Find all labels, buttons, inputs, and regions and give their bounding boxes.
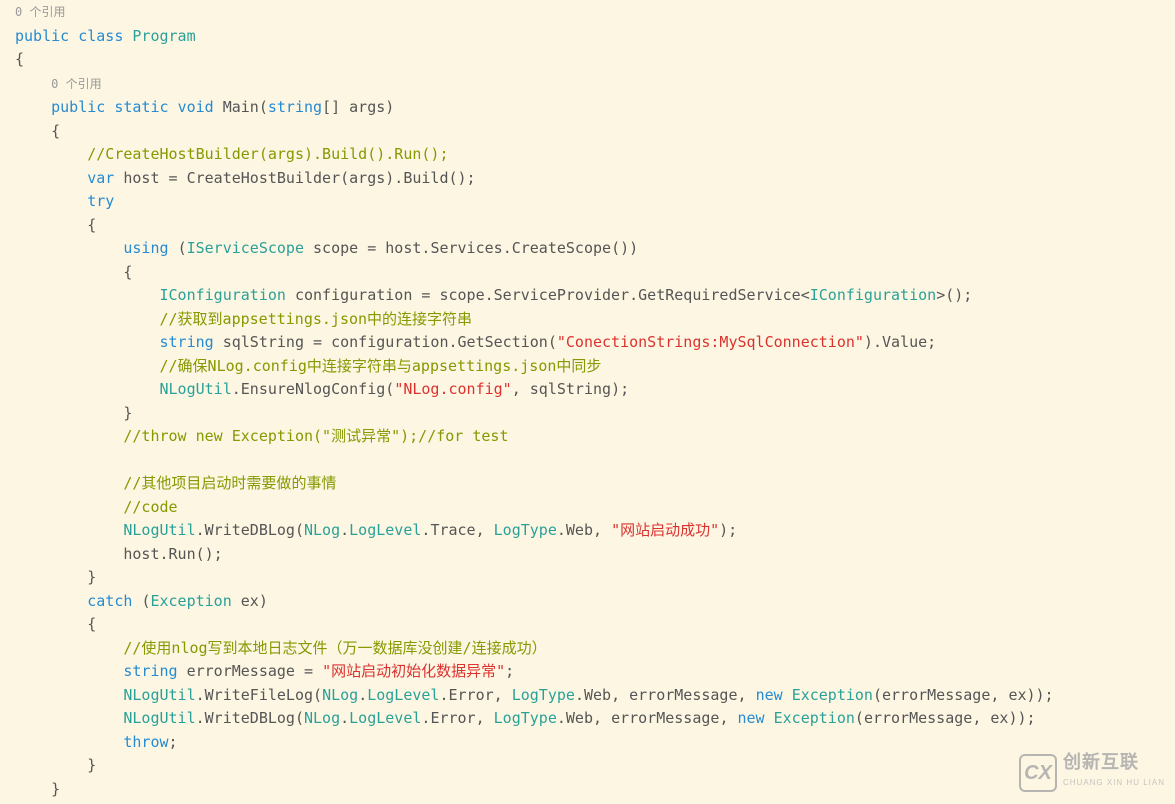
codelens-class[interactable]: 0 个引用 [15, 5, 65, 19]
kw-public: public [15, 27, 69, 45]
comment: //CreateHostBuilder(args).Build().Run(); [87, 145, 448, 163]
watermark: CX 创新互联 CHUANG XIN HU LIAN [1019, 753, 1165, 795]
watermark-sub: CHUANG XIN HU LIAN [1063, 771, 1165, 795]
code-editor: 0 个引用 public class Program { 0 个引用 publi… [0, 0, 1175, 801]
watermark-brand: 创新互联 [1063, 753, 1165, 771]
type-program: Program [132, 27, 195, 45]
kw-class: class [78, 27, 123, 45]
watermark-logo-icon: CX [1019, 754, 1057, 792]
codelens-main[interactable]: 0 个引用 [51, 77, 101, 91]
